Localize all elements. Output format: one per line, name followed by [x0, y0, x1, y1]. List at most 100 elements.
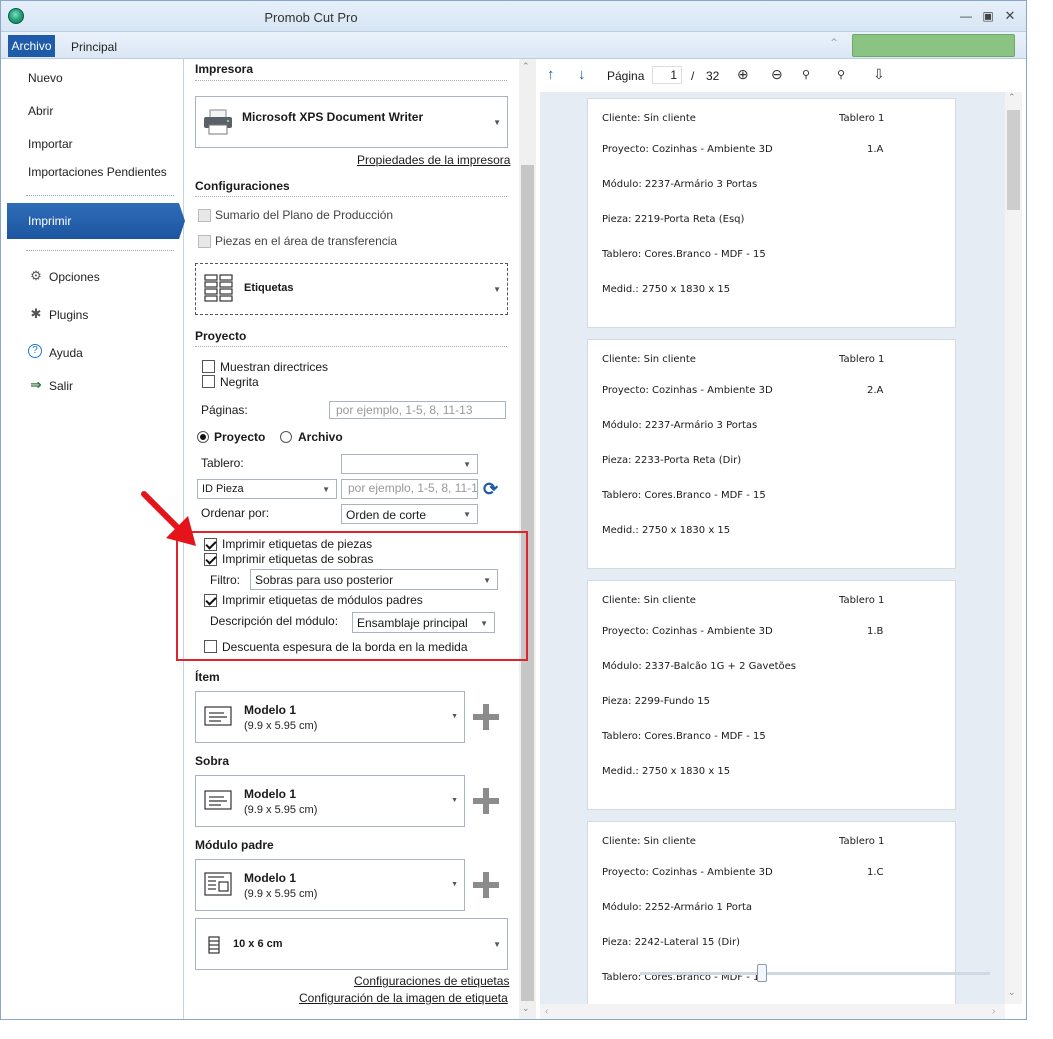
paper-icon	[208, 936, 220, 954]
zoom-slider-thumb[interactable]	[757, 964, 767, 982]
zoom-out-icon[interactable]: ⊖	[771, 66, 783, 83]
nav-ayuda[interactable]: Ayuda	[49, 346, 83, 360]
scroll-up-icon[interactable]: ⌃	[522, 61, 530, 72]
radio-archivo[interactable]	[280, 431, 292, 443]
scroll-left-icon[interactable]: ‹	[545, 1006, 548, 1017]
nav-salir[interactable]: Salir	[49, 379, 73, 393]
label-modulo: Módulo: 2237-Armário 3 Portas	[602, 420, 758, 431]
exit-icon: ⇒	[30, 377, 42, 392]
order-select[interactable]: Orden de corte ▼	[341, 504, 478, 524]
nav-abrir[interactable]: Abrir	[28, 104, 53, 118]
scroll-down-icon[interactable]: ⌄	[522, 1003, 530, 1014]
label-modulo: Módulo: 2237-Armário 3 Portas	[602, 179, 758, 190]
section-item: Ítem	[195, 670, 220, 684]
tab-archivo[interactable]: Archivo	[8, 35, 55, 57]
preview-hscrollbar[interactable]: ‹ ›	[540, 1004, 1005, 1019]
add-parent-model-icon[interactable]	[473, 872, 499, 898]
section-sobra: Sobra	[195, 754, 230, 768]
bold-checkbox[interactable]	[202, 375, 215, 388]
label-tablero-num: Tablero 1	[839, 595, 885, 606]
gear-icon: ⚙	[30, 268, 42, 283]
page-number-input[interactable]: 1	[652, 66, 682, 84]
preview-area: Cliente: Sin cliente Tablero 1 Proyecto:…	[540, 92, 1005, 1019]
section-divider	[195, 196, 507, 197]
title-bar: Promob Cut Pro — ▣ ✕	[1, 1, 1026, 32]
chevron-down-icon: ▼	[463, 460, 471, 469]
chevron-down-icon: ▼	[493, 940, 501, 949]
label-modulo: Módulo: 2337-Balcão 1G + 2 Gavetões	[602, 661, 797, 672]
nav-importar[interactable]: Importar	[28, 137, 73, 151]
nav-imprimir[interactable]: Imprimir	[7, 203, 185, 239]
scroll-up-icon[interactable]: ⌃	[1008, 92, 1016, 103]
zoom-in-icon[interactable]: ⊕	[737, 66, 749, 83]
refresh-icon[interactable]: ⟳	[483, 479, 503, 499]
nav-importaciones-pendientes[interactable]: Importaciones Pendientes	[28, 165, 167, 179]
guides-label: Muestran directrices	[220, 360, 329, 374]
printer-properties-link[interactable]: Propiedades de la impresora	[357, 153, 510, 167]
window-title: Promob Cut Pro	[264, 10, 358, 25]
maximize-icon[interactable]: ▣	[979, 7, 997, 25]
next-page-icon[interactable]: ↓	[578, 66, 586, 83]
section-divider	[195, 80, 507, 81]
id-field-select[interactable]: ID Pieza ▼	[197, 479, 337, 499]
chevron-down-icon: ▼	[493, 118, 501, 127]
pages-label: Páginas:	[201, 403, 248, 417]
chevron-down-icon: ▼	[451, 797, 458, 804]
summary-checkbox[interactable]	[198, 209, 211, 222]
zoom-100-icon[interactable]: ⚲	[802, 68, 810, 81]
printer-name: Microsoft XPS Document Writer	[242, 110, 424, 124]
highlight-frame	[176, 531, 528, 661]
ribbon: Archivo Principal ⌃	[1, 32, 1026, 59]
app-window: Promob Cut Pro — ▣ ✕ Archivo Principal ⌃…	[0, 0, 1027, 1020]
scroll-right-icon[interactable]: ›	[992, 1006, 995, 1017]
report-type-select[interactable]: Etiquetas ▼	[195, 263, 508, 315]
nav-nuevo[interactable]: Nuevo	[28, 71, 63, 85]
transfer-checkbox[interactable]	[198, 235, 211, 248]
board-label: Tablero:	[201, 456, 244, 470]
scrap-model-select[interactable]: Modelo 1 (9.9 x 5.95 cm) ▼	[195, 775, 465, 827]
scrap-model-name: Modelo 1	[244, 787, 297, 801]
label-image-config-link[interactable]: Configuración de la imagen de etiqueta	[299, 991, 508, 1005]
pages-input[interactable]: por ejemplo, 1-5, 8, 11-13	[329, 401, 506, 419]
add-scrap-model-icon[interactable]	[473, 788, 499, 814]
tab-principal[interactable]: Principal	[71, 40, 117, 54]
label-pieza: Pieza: 2299-Fundo 15	[602, 696, 710, 707]
scroll-down-icon[interactable]: ⌄	[1008, 987, 1016, 998]
zoom-slider-track[interactable]	[640, 972, 990, 975]
parent-model-select[interactable]: Modelo 1 (9.9 x 5.95 cm) ▼	[195, 859, 465, 911]
nav-opciones[interactable]: Opciones	[49, 270, 100, 284]
collapse-ribbon-icon[interactable]: ⌃	[829, 36, 839, 50]
paper-size-select[interactable]: 10 x 6 cm ▼	[195, 918, 508, 970]
previous-page-icon[interactable]: ↑	[547, 66, 555, 83]
printer-select[interactable]: Microsoft XPS Document Writer ▼	[195, 96, 508, 148]
parent-model-name: Modelo 1	[244, 871, 297, 885]
board-select[interactable]: ▼	[341, 454, 478, 474]
preview-toolbar: ↑ ↓ Página 1 / 32 ⊕ ⊖ ⚲ ⚲ ⇩	[540, 59, 1026, 92]
scrap-model-size: (9.9 x 5.95 cm)	[244, 804, 318, 816]
label-config-link[interactable]: Configuraciones de etiquetas	[354, 974, 509, 988]
minimize-icon[interactable]: —	[957, 7, 975, 25]
export-icon[interactable]: ⇩	[873, 66, 885, 83]
status-indicator	[852, 34, 1015, 57]
page-separator: /	[691, 69, 695, 83]
close-icon[interactable]: ✕	[1001, 7, 1019, 25]
item-model-select[interactable]: Modelo 1 (9.9 x 5.95 cm) ▼	[195, 691, 465, 743]
scrollbar-thumb[interactable]	[1007, 110, 1020, 210]
radio-proyecto[interactable]	[197, 431, 209, 443]
printer-icon	[202, 109, 234, 135]
preview-scrollbar[interactable]: ⌃ ⌄	[1005, 92, 1022, 1004]
chevron-down-icon: ▼	[451, 713, 458, 720]
zoom-fit-icon[interactable]: ⚲	[837, 68, 845, 81]
guides-checkbox[interactable]	[202, 360, 215, 373]
label-proyecto: Proyecto: Cozinhas - Ambiente 3D	[602, 385, 773, 396]
label-proyecto: Proyecto: Cozinhas - Ambiente 3D	[602, 144, 773, 155]
nav-plugins[interactable]: Plugins	[49, 308, 88, 322]
section-configuraciones: Configuraciones	[195, 179, 290, 193]
add-item-model-icon[interactable]	[473, 704, 499, 730]
report-type-value: Etiquetas	[244, 282, 294, 294]
label-code: 1.A	[867, 144, 884, 155]
order-label: Ordenar por:	[201, 506, 270, 520]
label-medida: Medid.: 2750 x 1830 x 15	[602, 766, 731, 777]
order-value: Orden de corte	[346, 508, 427, 522]
id-filter-input[interactable]: por ejemplo, 1-5, 8, 11-1	[341, 479, 478, 499]
